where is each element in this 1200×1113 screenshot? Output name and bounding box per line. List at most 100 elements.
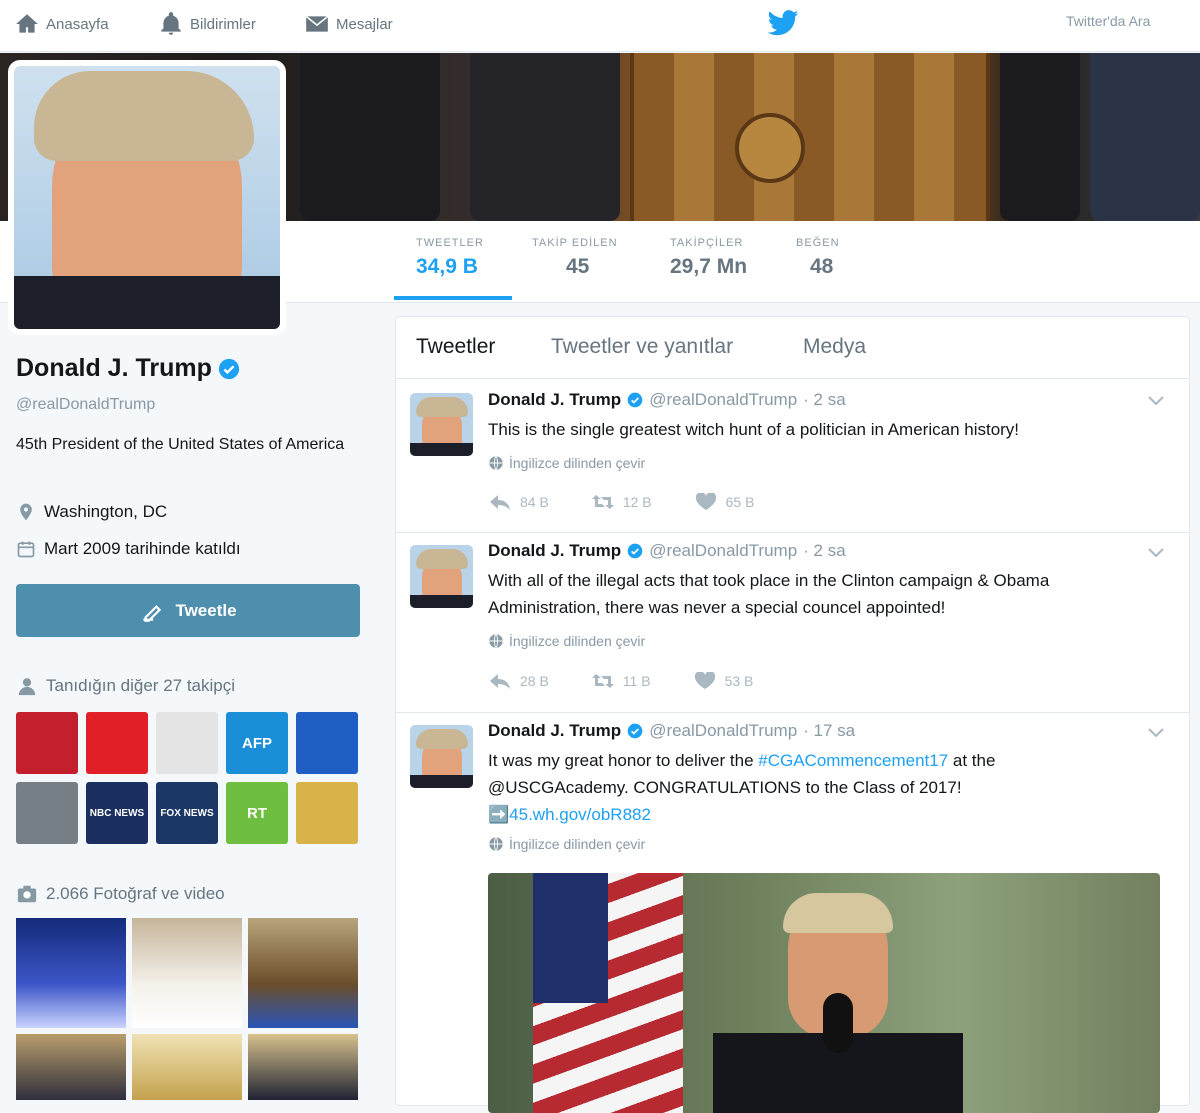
follower-avatar-tile[interactable]: FOX NEWS [156,782,218,844]
profile-avatar[interactable] [8,60,286,335]
tweet-author-name[interactable]: Donald J. Trump [488,721,621,741]
reply-action[interactable]: 28 B [488,672,549,690]
profile-handle[interactable]: @realDonaldTrump [16,396,155,414]
flag-canton [533,873,608,1003]
follower-avatar-tile[interactable] [16,712,78,774]
tweet-actions: 84 B 12 B 65 B [488,493,754,511]
stat-label: TWEETLER [416,237,484,249]
home-icon [16,14,38,33]
tab-media[interactable]: Medya [803,335,866,359]
tweet-header: Donald J. Trump @realDonaldTrump · 17 sa [488,721,855,741]
tweet-author-handle[interactable]: @realDonaldTrump [649,390,797,410]
chevron-down-icon[interactable] [1147,395,1165,407]
joined-text: Mart 2009 tarihinde katıldı [44,539,241,558]
bell-icon [161,12,181,35]
reply-action[interactable]: 84 B [488,493,549,511]
tweet-timestamp[interactable]: · 17 sa [803,721,855,741]
tweet-author-handle[interactable]: @realDonaldTrump [649,541,797,561]
tweet-text-part: It was my great honor to deliver the [488,751,759,770]
translate-link[interactable]: İngilizce dilinden çevir [488,836,645,852]
media-thumbnail[interactable] [16,918,126,1028]
media-thumbnail[interactable] [16,1034,126,1100]
cover-figure [1000,53,1080,221]
followers-you-know-heading[interactable]: Tanıdığın diğer 27 takipçi [16,675,235,697]
verified-badge-icon [218,358,239,379]
tweet-avatar[interactable] [410,725,473,788]
like-action[interactable]: 65 B [694,493,755,511]
chevron-down-icon[interactable] [1147,547,1165,559]
notifications-nav-item[interactable]: Bildirimler [158,10,256,38]
tweet-header: Donald J. Trump @realDonaldTrump · 2 sa [488,390,846,410]
tweet-avatar[interactable] [410,545,473,608]
tweet-media-video[interactable] [488,873,1160,1113]
home-nav-item[interactable]: Anasayfa [14,10,109,38]
hashtag-link[interactable]: #CGACommencement17 [758,751,948,770]
tweet[interactable]: Donald J. Trump @realDonaldTrump · 17 sa… [396,713,1189,1113]
follower-avatar-tile[interactable]: NBC NEWS [86,782,148,844]
globe-icon [489,634,503,648]
follower-avatar-tile[interactable]: RT [226,782,288,844]
heart-icon [695,493,716,510]
stat-likes[interactable]: BEĞEN 48 [796,237,840,279]
tweet-timestamp[interactable]: · 2 sa [803,390,846,410]
messages-nav-item[interactable]: Mesajlar [304,10,393,38]
follower-avatar-tile[interactable] [296,782,358,844]
profile-joined-date: Mart 2009 tarihinde katıldı [16,539,241,559]
tweet-header: Donald J. Trump @realDonaldTrump · 2 sa [488,541,846,561]
tweet[interactable]: Donald J. Trump @realDonaldTrump · 2 sa … [396,379,1189,533]
search-input[interactable]: Twitter'da Ara [1066,13,1150,29]
media-count-heading[interactable]: 2.066 Fotoğraf ve video [16,883,225,905]
retweet-action[interactable]: 11 B [591,672,651,690]
translate-link[interactable]: İngilizce dilinden çevir [488,633,645,649]
followers-you-know-text: Tanıdığın diğer 27 takipçi [46,676,236,695]
follower-avatar-tile[interactable]: AFP [226,712,288,774]
profile-name: Donald J. Trump [16,354,240,383]
like-action[interactable]: 53 B [693,672,753,690]
retweet-count: 11 B [622,673,651,689]
follower-avatar-tile[interactable] [86,712,148,774]
tweet-author-name[interactable]: Donald J. Trump [488,541,621,561]
retweet-count: 12 B [622,494,652,510]
avatar-hair [34,71,254,161]
tweet-avatar-hair [416,729,468,749]
active-stat-underline [394,296,512,300]
translate-text: İngilizce dilinden çevir [509,455,646,471]
tab-tweets-and-replies[interactable]: Tweetler ve yanıtlar [551,335,733,359]
stat-following[interactable]: TAKİP EDİLEN 45 [532,237,618,279]
tweet-text: This is the single greatest witch hunt o… [488,420,1020,439]
stat-value: 48 [810,255,834,278]
translate-text: İngilizce dilinden çevir [509,836,646,852]
follower-avatar-tile[interactable] [16,782,78,844]
media-thumbnail[interactable] [248,918,358,1028]
verified-badge-icon [627,543,643,559]
translate-link[interactable]: İngilizce dilinden çevir [488,455,645,471]
like-count: 65 B [725,494,755,510]
stat-tweets[interactable]: TWEETLER 34,9 B [416,237,484,279]
profile-name-text: Donald J. Trump [16,354,212,382]
stat-label: BEĞEN [796,237,840,249]
media-thumbnail[interactable] [248,1034,358,1100]
desk-seal [735,113,805,183]
media-thumbnail[interactable] [132,918,242,1028]
media-thumbnail[interactable] [132,1034,242,1100]
translate-text: İngilizce dilinden çevir [509,633,646,649]
tweet-author-name[interactable]: Donald J. Trump [488,390,621,410]
tweet[interactable]: Donald J. Trump @realDonaldTrump · 2 sa … [396,533,1189,713]
twitter-bird-icon[interactable] [766,10,800,38]
globe-icon [489,456,503,470]
envelope-icon [305,15,329,32]
chevron-down-icon[interactable] [1147,727,1165,739]
compose-tweet-button[interactable]: Tweetle [16,584,360,637]
speaker-hair [783,893,893,933]
tab-tweets[interactable]: Tweetler [416,335,495,359]
follower-avatar-tile[interactable] [156,712,218,774]
follower-avatar-tile[interactable] [296,712,358,774]
tweet-timestamp[interactable]: · 2 sa [803,541,846,561]
tweet-author-handle[interactable]: @realDonaldTrump [649,721,797,741]
url-link[interactable]: ➡️45.wh.gov/obR882 [488,805,651,824]
stat-followers[interactable]: TAKİPÇİLER 29,7 Mn [670,237,747,279]
cover-figure [300,53,440,221]
retweet-action[interactable]: 12 B [591,493,652,511]
tweet-actions: 28 B 11 B 53 B [488,672,753,690]
tweet-avatar[interactable] [410,393,473,456]
